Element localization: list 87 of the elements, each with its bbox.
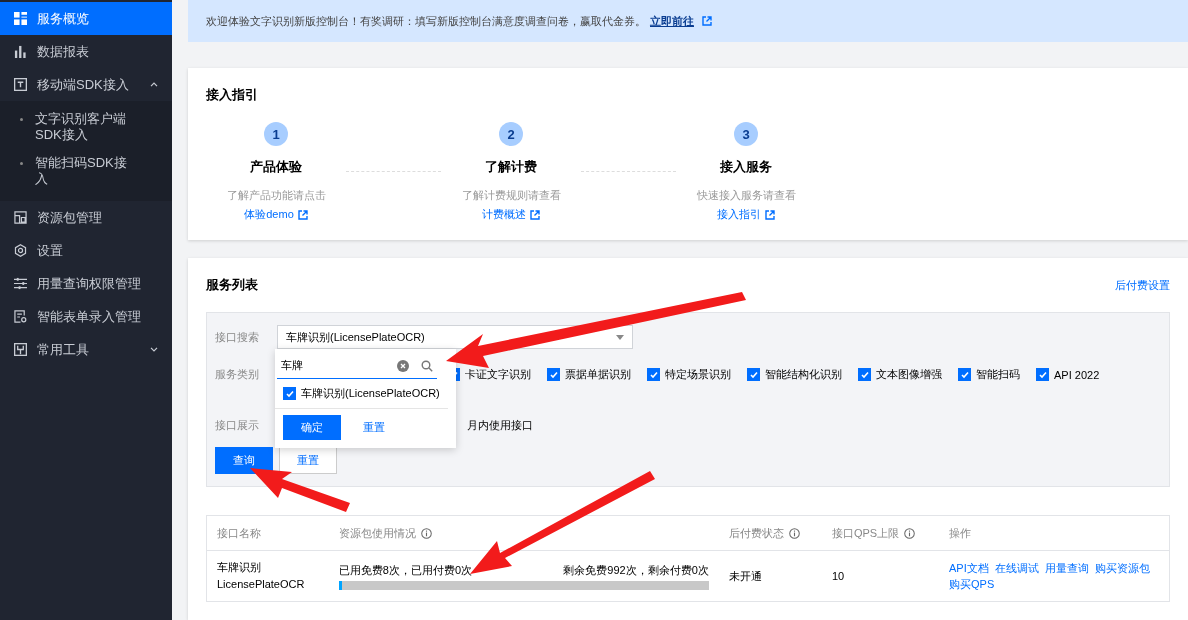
sidebar-item[interactable]: 数据报表 [0, 35, 172, 68]
step-title: 了解计费 [485, 158, 537, 176]
step-link[interactable]: 计费概述 [482, 207, 526, 222]
settings-icon [14, 244, 27, 257]
step-title: 产品体验 [250, 158, 302, 176]
reset-button[interactable]: 重置 [279, 447, 337, 474]
checkbox-label: 智能结构化识别 [765, 367, 842, 382]
sidebar-item[interactable]: 常用工具 [0, 333, 172, 366]
grid-icon [14, 12, 27, 25]
column-header: 操作 [949, 525, 971, 541]
api-id: LicensePlateOCR [217, 577, 306, 592]
form-gear-icon [14, 310, 27, 323]
field-label: 服务类别 [215, 367, 260, 382]
step-number: 1 [264, 122, 288, 146]
checkbox-label: 特定场景识别 [665, 367, 731, 382]
banner-link[interactable]: 立即前往 [650, 13, 694, 29]
square-t-icon [14, 78, 27, 91]
action-link[interactable]: 购买QPS [949, 578, 995, 590]
table-cell: 未开通 [728, 569, 762, 582]
column-header: 资源包使用情况 [338, 525, 416, 541]
column-header: 接口名称 [217, 525, 261, 541]
field-label: 接口搜索 [215, 329, 260, 345]
field-label: 接口展示 [215, 418, 260, 433]
checkbox-label: 文本图像增强 [876, 367, 942, 382]
checkbox[interactable] [858, 368, 871, 381]
settings-link[interactable]: 后付费设置 [1115, 277, 1170, 293]
info-icon[interactable] [420, 527, 432, 539]
sidebar-item[interactable]: 用量查询权限管理 [0, 267, 172, 300]
api-name: 车牌识别 [217, 560, 262, 575]
checkbox[interactable] [958, 368, 971, 381]
step-title: 接入服务 [720, 158, 772, 176]
table-cell: 10 [831, 570, 845, 582]
sidebar-item[interactable]: 移动端SDK接入 [0, 68, 172, 101]
external-link-icon [702, 16, 712, 26]
action-link[interactable]: API文档 [949, 562, 989, 574]
sliders-icon [14, 277, 27, 290]
usage-text: 已用免费8次，已用付费0次 [338, 562, 473, 578]
column-header: 后付费状态 [728, 525, 784, 541]
checkbox[interactable] [547, 368, 560, 381]
sidebar-item[interactable]: 智能表单录入管理 [0, 300, 172, 333]
step-number: 2 [499, 122, 523, 146]
package-icon [14, 211, 27, 224]
action-link[interactable]: 在线调试 [994, 562, 1039, 574]
radio-label: 月内使用接口 [467, 418, 533, 433]
notice-text: 欢迎体验文字识别新版控制台！有奖调研：填写新版控制台满意度调查问卷，赢取代金券。 [206, 13, 646, 29]
bullet-icon [20, 118, 23, 121]
step-number: 3 [734, 122, 758, 146]
checkbox[interactable] [283, 387, 296, 400]
checkbox-label: 智能扫码 [976, 367, 1020, 382]
section-title: 接入指引 [206, 86, 259, 104]
reset-button[interactable]: 重置 [345, 415, 403, 440]
bar-chart-icon [14, 45, 27, 58]
remaining-text: 剩余免费992次，剩余付费0次 [563, 562, 709, 578]
step-description: 了解产品功能请点击 [226, 188, 326, 203]
toolbox-icon [14, 343, 27, 356]
checkbox-label: API 2022 [1054, 368, 1100, 381]
step-description: 了解计费规则请查看 [461, 188, 561, 203]
external-link-icon [765, 209, 775, 220]
sidebar-item[interactable]: 服务概览 [0, 2, 172, 35]
step-link[interactable]: 接入指引 [717, 207, 761, 222]
external-link-icon [530, 209, 540, 220]
checkbox[interactable] [747, 368, 760, 381]
section-title: 服务列表 [206, 276, 258, 294]
caret-icon [616, 334, 624, 340]
search-field[interactable]: 车牌 [277, 353, 437, 379]
bullet-icon [20, 162, 23, 165]
sidebar-item[interactable]: 资源包管理 [0, 201, 172, 234]
query-button[interactable]: 查询 [215, 447, 273, 474]
info-icon[interactable] [788, 527, 800, 539]
submenu-item[interactable]: 智能扫码SDK接入 [0, 149, 172, 193]
search-icon[interactable] [421, 359, 433, 372]
checkbox-label: 卡证文字识别 [465, 367, 531, 382]
submenu-item[interactable]: 文字识别客户端SDK接入 [0, 105, 172, 149]
step-description: 快速接入服务请查看 [696, 188, 796, 203]
sidebar-item[interactable]: 设置 [0, 234, 172, 267]
step-link[interactable]: 体验demo [244, 207, 294, 222]
clear-icon[interactable] [397, 359, 409, 372]
checkbox[interactable] [647, 368, 660, 381]
action-link[interactable]: 用量查询 [1044, 562, 1089, 574]
checkbox[interactable] [1036, 368, 1049, 381]
option-label: 车牌识别(LicensePlateOCR) [301, 386, 440, 401]
checkbox-label: 票据单据识别 [565, 367, 631, 382]
column-header: 接口QPS上限 [831, 525, 900, 541]
confirm-button[interactable]: 确定 [283, 415, 341, 440]
info-icon[interactable] [904, 527, 916, 539]
action-link[interactable]: 购买资源包 [1094, 562, 1150, 574]
external-link-icon [297, 209, 308, 220]
